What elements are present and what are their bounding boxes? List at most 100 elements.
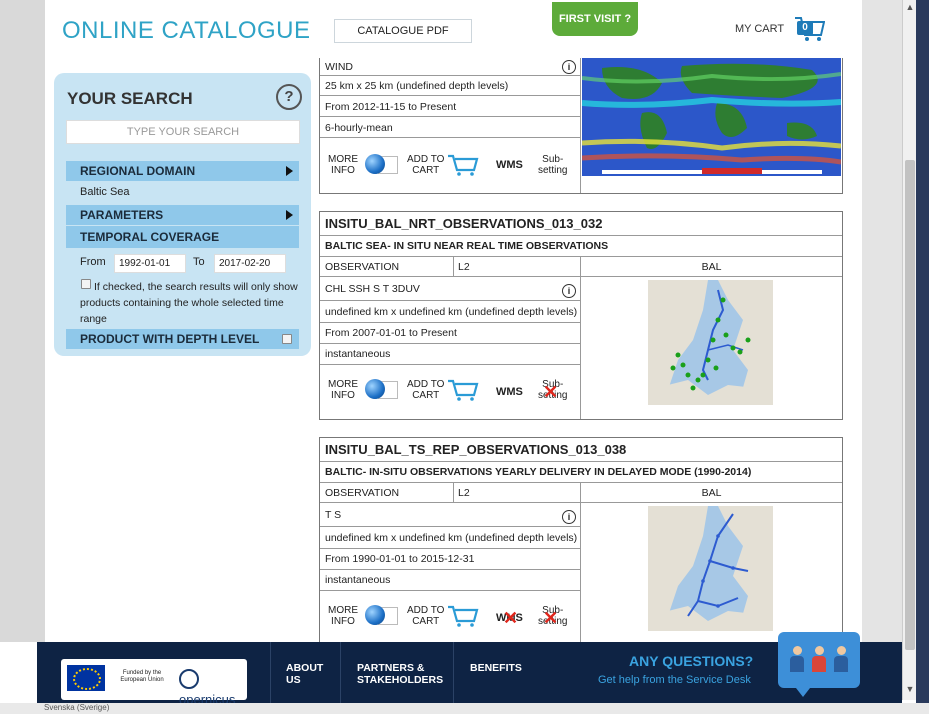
window-edge bbox=[916, 0, 929, 714]
service-desk-link[interactable]: Get help from the Service Desk bbox=[598, 674, 751, 686]
regional-domain-label: REGIONAL DOMAIN bbox=[80, 164, 196, 178]
person-icon bbox=[834, 646, 848, 674]
baltic-track-map bbox=[648, 506, 773, 631]
add-to-cart-button[interactable]: ADD TO CART bbox=[407, 154, 444, 176]
info-icon[interactable]: i bbox=[562, 510, 576, 524]
param-cell: T S bbox=[320, 504, 581, 527]
cart-icon[interactable] bbox=[447, 605, 479, 627]
resolution-text: 25 km x 25 km (undefined depth levels) bbox=[325, 80, 509, 92]
period-cell: From 2012-11-15 to Present bbox=[320, 97, 581, 117]
my-cart-link[interactable]: MY CART bbox=[735, 23, 784, 35]
wms-button[interactable]: WMS bbox=[496, 159, 523, 171]
browser-viewport: ONLINE CATALOGUE CATALOGUE PDF FIRST VIS… bbox=[0, 0, 929, 714]
from-label: From bbox=[80, 256, 106, 268]
divider bbox=[340, 642, 341, 703]
area-cell: BAL bbox=[581, 257, 842, 277]
chevron-right-icon bbox=[286, 166, 293, 176]
whole-range-text: If checked, the search results will only… bbox=[80, 279, 305, 327]
product-title[interactable]: INSITU_BAL_TS_REP_OBSERVATIONS_013_038 bbox=[320, 438, 842, 462]
service-desk-button[interactable] bbox=[778, 632, 860, 697]
first-visit-tab[interactable]: FIRST VISIT ? bbox=[552, 2, 638, 36]
product-card: WIND i 25 km x 25 km (undefined depth le… bbox=[319, 58, 843, 194]
area-cell: BAL bbox=[581, 483, 842, 503]
scroll-down-icon[interactable]: ▼ bbox=[903, 684, 917, 698]
scroll-up-icon[interactable]: ▲ bbox=[903, 2, 917, 16]
divider bbox=[270, 642, 271, 703]
add-to-cart-button[interactable]: ADD TO CART bbox=[407, 605, 444, 627]
copernicus-logo[interactable]: opernicus bbox=[179, 667, 243, 707]
regional-domain-toggle[interactable]: REGIONAL DOMAIN bbox=[66, 161, 299, 181]
divider bbox=[580, 58, 581, 193]
regional-domain-value: Baltic Sea bbox=[80, 186, 130, 198]
product-card: INSITU_BAL_TS_REP_OBSERVATIONS_013_038 B… bbox=[319, 437, 843, 648]
divider bbox=[453, 642, 454, 703]
unavailable-x-icon: ✕ bbox=[503, 608, 519, 628]
status-bar: Svenska (Sverige) bbox=[0, 703, 929, 714]
help-icon[interactable]: ? bbox=[276, 84, 302, 110]
product-subtitle: BALTIC SEA- IN SITU NEAR REAL TIME OBSER… bbox=[320, 236, 842, 257]
from-date-input[interactable]: 1992-01-01 bbox=[114, 254, 186, 273]
frequency-cell: instantaneous bbox=[320, 344, 581, 365]
eu-funding-text: Funded by the European Union bbox=[120, 670, 164, 683]
subsetting-button[interactable]: Sub-setting bbox=[538, 154, 567, 176]
product-depth-checkbox[interactable] bbox=[282, 334, 292, 344]
scroll-thumb[interactable] bbox=[905, 160, 915, 650]
cart-count-badge: 0 bbox=[797, 21, 813, 35]
divider bbox=[453, 257, 454, 277]
level-cell: L2 bbox=[453, 483, 581, 503]
type-cell: OBSERVATION bbox=[320, 257, 453, 277]
more-info-button[interactable]: MORE INFO bbox=[328, 605, 358, 627]
parameters-label: PARAMETERS bbox=[80, 208, 164, 222]
whole-range-label: If checked, the search results will only… bbox=[80, 281, 298, 325]
locale-text: Svenska (Sverige) bbox=[44, 703, 110, 712]
globe-icon[interactable] bbox=[365, 605, 385, 625]
right-margin bbox=[862, 0, 902, 642]
search-title: YOUR SEARCH bbox=[67, 89, 193, 108]
person-icon bbox=[812, 646, 826, 674]
search-input[interactable]: TYPE YOUR SEARCH bbox=[66, 120, 300, 144]
temporal-coverage-label: TEMPORAL COVERAGE bbox=[80, 230, 220, 244]
site-header: ONLINE CATALOGUE CATALOGUE PDF FIRST VIS… bbox=[45, 0, 862, 62]
benefits-link[interactable]: BENEFITS bbox=[470, 662, 522, 674]
divider bbox=[580, 483, 581, 648]
more-info-button[interactable]: MORE INFO bbox=[328, 379, 358, 401]
param-cell: WIND bbox=[320, 58, 581, 76]
catalogue-pdf-button[interactable]: CATALOGUE PDF bbox=[334, 19, 472, 43]
product-title[interactable]: INSITU_BAL_NRT_OBSERVATIONS_013_032 bbox=[320, 212, 842, 236]
person-icon bbox=[790, 646, 804, 674]
bubble-tail bbox=[796, 688, 810, 697]
any-questions-heading: ANY QUESTIONS? bbox=[629, 653, 754, 669]
divider bbox=[453, 483, 454, 503]
period-cell: From 2007-01-01 to Present bbox=[320, 323, 581, 344]
site-logo[interactable]: ONLINE CATALOGUE bbox=[62, 17, 311, 45]
info-icon[interactable]: i bbox=[562, 60, 576, 74]
about-link[interactable]: ABOUT US bbox=[286, 662, 323, 686]
info-icon[interactable]: i bbox=[562, 284, 576, 298]
partners-link[interactable]: PARTNERS & STAKEHOLDERS bbox=[357, 662, 443, 686]
to-date-input[interactable]: 2017-02-20 bbox=[214, 254, 286, 273]
search-panel: YOUR SEARCH ? TYPE YOUR SEARCH REGIONAL … bbox=[54, 73, 311, 356]
param-cell: CHL SSH S T 3DUV bbox=[320, 278, 581, 301]
resolution-cell: undefined km x undefined km (undefined d… bbox=[320, 527, 581, 549]
period-cell: From 1990-01-01 to 2015-12-31 bbox=[320, 549, 581, 570]
eu-flag-icon bbox=[67, 665, 105, 691]
globe-icon[interactable] bbox=[365, 154, 385, 174]
more-info-button[interactable]: MORE INFO bbox=[328, 154, 358, 176]
add-to-cart-button[interactable]: ADD TO CART bbox=[407, 379, 444, 401]
cart-icon[interactable] bbox=[447, 154, 479, 176]
chevron-right-icon bbox=[286, 210, 293, 220]
wind-map-image bbox=[582, 58, 841, 176]
param-text: WIND bbox=[325, 61, 353, 73]
frequency-text: 6-hourly-mean bbox=[325, 122, 393, 134]
level-cell: L2 bbox=[453, 257, 581, 277]
vertical-scrollbar[interactable]: ▲ ▼ bbox=[902, 0, 917, 700]
wms-button[interactable]: WMS bbox=[496, 386, 523, 398]
parameters-toggle[interactable]: PARAMETERS bbox=[66, 205, 299, 225]
frequency-cell: 6-hourly-mean bbox=[320, 118, 581, 138]
globe-icon[interactable] bbox=[365, 379, 385, 399]
cart-icon[interactable] bbox=[447, 379, 479, 401]
product-subtitle: BALTIC- IN-SITU OBSERVATIONS YEARLY DELI… bbox=[320, 462, 842, 483]
resolution-cell: undefined km x undefined km (undefined d… bbox=[320, 301, 581, 323]
period-text: From 2012-11-15 to Present bbox=[325, 101, 457, 113]
product-depth-label: PRODUCT WITH DEPTH LEVEL bbox=[80, 332, 260, 346]
